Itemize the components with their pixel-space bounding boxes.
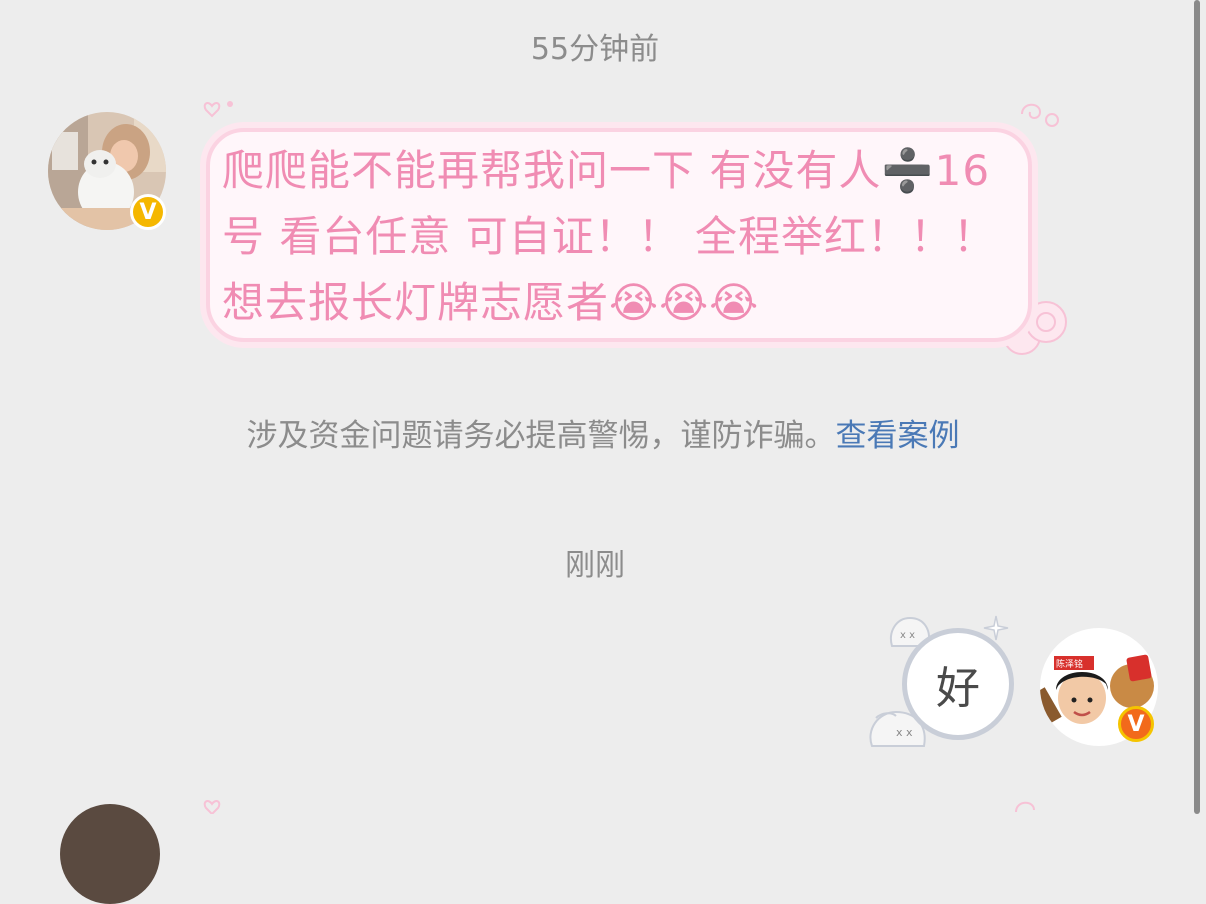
avatar[interactable] [60, 804, 160, 904]
svg-text:x x: x x [896, 726, 913, 739]
sticker-label: 陈泽铭 [1056, 658, 1083, 670]
swirl-decoration-icon [1015, 801, 1035, 813]
heart-decoration-icon [203, 101, 233, 118]
scrollbar[interactable] [1188, 0, 1206, 814]
message-bubble[interactable]: 好 [902, 628, 1014, 740]
view-cases-link[interactable]: 查看案例 [836, 418, 960, 454]
swirl-decoration-icon [1021, 103, 1059, 127]
svg-text:x x: x x [900, 630, 915, 641]
scrollbar-thumb[interactable] [1194, 0, 1200, 814]
verified-badge: V [130, 194, 166, 230]
avatar-other-wrapper[interactable]: V [48, 112, 178, 242]
avatar-me-wrapper[interactable]: 陈泽铭 V [1040, 628, 1166, 754]
heart-decoration-icon [203, 800, 221, 814]
message-text: 爬爬能不能再帮我问一下 有没有人➗16号 看台任意 可自证！！ 全程举红！！！ … [222, 146, 997, 327]
timestamp: 刚刚 [565, 548, 625, 583]
fraud-warning: 涉及资金问题请务必提高警惕，谨防诈骗。查看案例 [0, 410, 1206, 455]
timestamp: 55分钟前 [530, 32, 660, 67]
warning-text: 涉及资金问题请务必提高警惕，谨防诈骗。 [246, 418, 836, 454]
verified-badge: V [1118, 706, 1154, 742]
